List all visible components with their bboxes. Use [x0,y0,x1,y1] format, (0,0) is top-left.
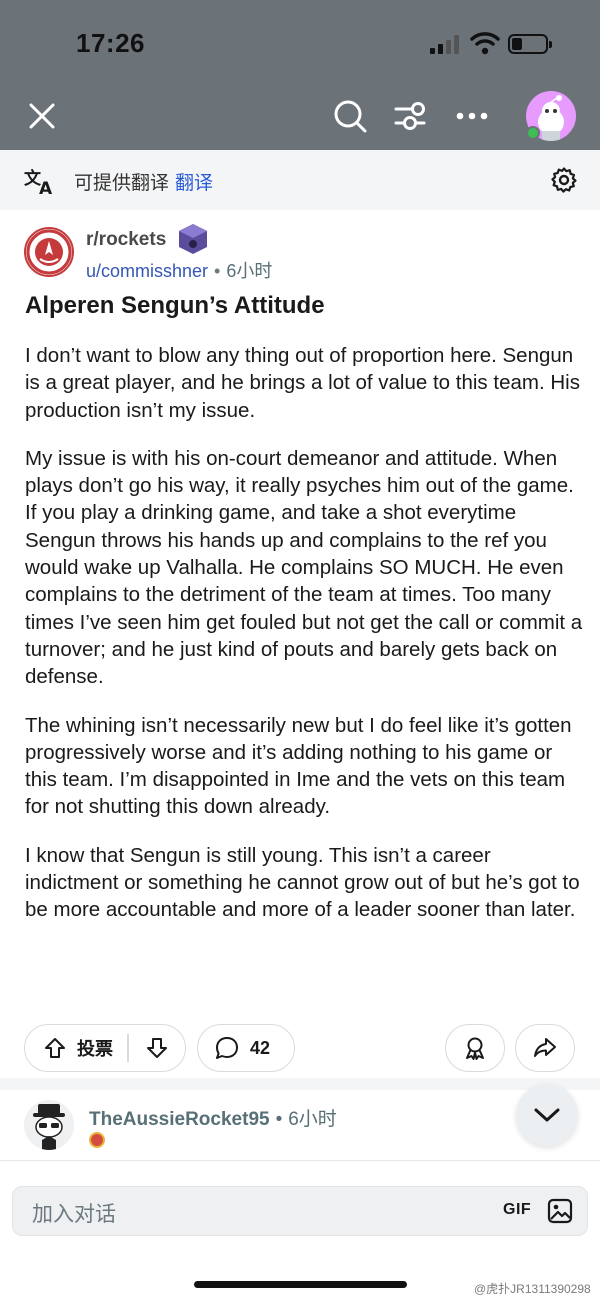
translation-prompt: 可提供翻译 翻译 [74,168,213,195]
comment-separator: • [275,1109,283,1130]
comment-time: 6小时 [288,1109,337,1130]
downvote-button[interactable] [129,1025,186,1071]
more-dots-icon [456,112,488,120]
image-upload-button[interactable] [546,1197,574,1230]
rockets-logo-icon [26,229,72,275]
search-button[interactable] [328,94,372,138]
upvote-button[interactable]: 投票 [25,1025,113,1071]
vote-control: 投票 [24,1024,186,1072]
post-paragraph: I don’t want to blow any thing out of pr… [25,344,580,422]
comment-header: TheAussieRocket95 • 6小时 [89,1104,337,1131]
meta-separator: • [214,261,221,281]
subreddit-name[interactable]: r/rockets [86,229,166,251]
upvote-arrow-icon [45,1038,65,1058]
subreddit-icon[interactable] [24,227,74,277]
post-paragraph: My issue is with his on-court demeanor a… [25,446,583,689]
author-link[interactable]: u/commisshner [86,261,208,281]
post-body: I don’t want to blow any thing out of pr… [25,342,585,945]
comment-bubble-icon [216,1037,238,1059]
post-meta: u/commisshner • 6小时 [86,257,272,283]
close-button[interactable] [20,94,64,138]
user-flair-icon [89,1132,105,1148]
translate-link[interactable]: 翻译 [175,173,213,194]
more-options-button[interactable] [450,94,494,138]
translate-icon: 文 A [24,166,56,201]
post-paragraph: The whining isn’t necessarily new but I … [25,713,572,819]
cellular-signal-icon [430,34,464,54]
gif-button[interactable]: GIF [503,1201,531,1219]
close-icon [29,103,55,129]
post-title: Alperen Sengun’s Attitude [25,292,325,319]
image-icon [547,1198,573,1224]
watermark: @虎扑JR1311390298 [474,1282,591,1296]
search-icon [334,100,367,133]
comments-button[interactable]: 42 [197,1024,295,1072]
award-ribbon-icon [466,1037,484,1060]
vote-label: 投票 [77,1039,113,1059]
top-header: 17:26 [0,0,600,150]
comment-count: 42 [250,1037,271,1058]
share-arrow-icon [534,1038,556,1057]
commenter-username[interactable]: TheAussieRocket95 [89,1109,270,1130]
gear-icon [551,167,577,193]
snoo-sunglasses-avatar-icon [33,1104,65,1150]
composer-placeholder: 加入对话 [32,1203,116,1226]
wifi-icon [470,30,500,61]
translation-settings-button[interactable] [550,166,578,199]
share-button[interactable] [515,1024,575,1072]
status-time: 17:26 [76,28,145,58]
commenter-avatar[interactable] [24,1100,74,1150]
home-indicator [194,1281,407,1288]
online-status-dot [526,126,540,140]
post-time: 6小时 [226,261,273,281]
section-divider [0,1078,600,1090]
chevron-down-icon [534,1108,560,1122]
translation-available-text: 可提供翻译 [74,173,170,194]
sort-filter-button[interactable] [388,94,432,138]
sort-filter-icon [394,102,426,130]
achievement-badge-icon [176,222,210,256]
svg-text:A: A [39,179,53,196]
battery-icon [508,34,552,54]
downvote-arrow-icon [146,1038,167,1058]
collapse-button[interactable] [516,1084,578,1146]
post-paragraph: I know that Sengun is still young. This … [25,843,580,922]
award-button[interactable] [445,1024,505,1072]
